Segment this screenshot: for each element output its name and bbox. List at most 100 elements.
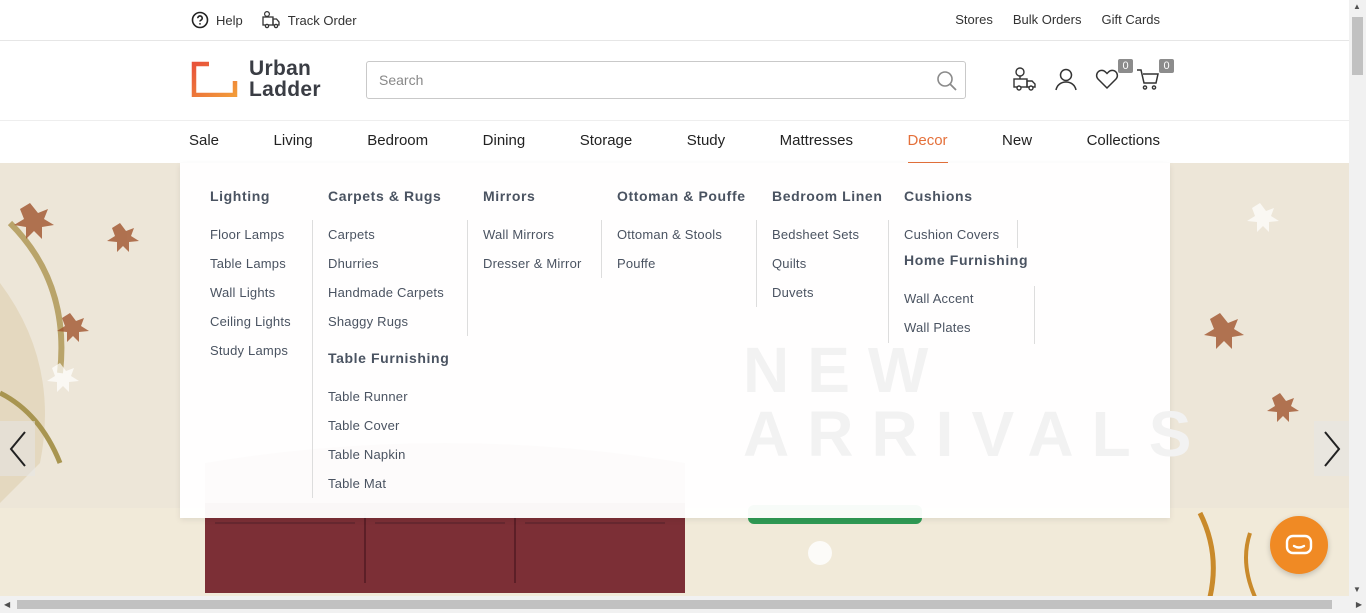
truck-location-icon bbox=[1013, 67, 1036, 91]
logo-text-urban: Urban bbox=[249, 57, 312, 80]
menu-heading-carpets-rugs[interactable]: Carpets & Rugs bbox=[328, 188, 449, 208]
nav-storage[interactable]: Storage bbox=[580, 121, 633, 164]
store-locator-button[interactable] bbox=[1012, 66, 1038, 92]
menu-link-shaggy-rugs[interactable]: Shaggy Rugs bbox=[328, 314, 449, 343]
horizontal-scrollbar[interactable]: ◀ ▶ bbox=[0, 596, 1366, 613]
stores-link[interactable]: Stores bbox=[955, 12, 993, 27]
scroll-right-arrow-icon[interactable]: ▶ bbox=[1356, 600, 1362, 609]
logo-text-ladder: Ladder bbox=[249, 78, 321, 101]
chat-support-button[interactable] bbox=[1270, 516, 1328, 574]
menu-link-carpets[interactable]: Carpets bbox=[328, 227, 449, 256]
horizontal-scroll-thumb[interactable] bbox=[17, 600, 1332, 609]
nav-new[interactable]: New bbox=[1002, 121, 1032, 164]
menu-divider bbox=[601, 220, 602, 278]
header-actions: 0 0 bbox=[1012, 59, 1174, 92]
menu-link-dhurries[interactable]: Dhurries bbox=[328, 256, 449, 285]
utility-links-right: Stores Bulk Orders Gift Cards bbox=[955, 12, 1160, 27]
menu-link-ceiling-lights[interactable]: Ceiling Lights bbox=[210, 314, 291, 343]
menu-heading-home-furnishing[interactable]: Home Furnishing bbox=[904, 252, 1028, 272]
menu-link-wall-accent[interactable]: Wall Accent bbox=[904, 291, 1028, 320]
profile-button[interactable] bbox=[1053, 66, 1079, 92]
user-icon bbox=[1055, 68, 1077, 91]
nav-decor[interactable]: Decor bbox=[907, 121, 948, 164]
menu-col-mirrors: Mirrors Wall Mirrors Dresser & Mirror bbox=[483, 188, 582, 285]
main-header: Urban Ladder 0 0 bbox=[0, 41, 1349, 120]
menu-link-wall-mirrors[interactable]: Wall Mirrors bbox=[483, 227, 582, 256]
menu-link-table-lamps[interactable]: Table Lamps bbox=[210, 256, 291, 285]
menu-col-cushions: Cushions Cushion Covers Home Furnishing … bbox=[904, 188, 1028, 349]
vertical-scrollbar[interactable]: ▲ ▼ bbox=[1349, 0, 1366, 596]
cart-icon bbox=[1137, 69, 1159, 90]
menu-link-pouffe[interactable]: Pouffe bbox=[617, 256, 746, 285]
menu-link-wall-plates[interactable]: Wall Plates bbox=[904, 320, 1028, 349]
menu-divider bbox=[1034, 286, 1035, 344]
menu-heading-bedroom-linen[interactable]: Bedroom Linen bbox=[772, 188, 882, 208]
heart-icon bbox=[1095, 69, 1119, 90]
search-input[interactable] bbox=[367, 62, 927, 98]
menu-link-handmade-carpets[interactable]: Handmade Carpets bbox=[328, 285, 449, 314]
nav-living[interactable]: Living bbox=[274, 121, 313, 164]
nav-mattresses[interactable]: Mattresses bbox=[780, 121, 853, 164]
gift-cards-link[interactable]: Gift Cards bbox=[1101, 12, 1160, 27]
utility-bar: Help Track Order Stores Bulk Orders Gift… bbox=[0, 0, 1349, 41]
chevron-right-icon bbox=[1323, 430, 1340, 467]
cart-count-badge: 0 bbox=[1159, 59, 1174, 73]
cart-button[interactable]: 0 bbox=[1135, 59, 1174, 92]
nav-study[interactable]: Study bbox=[687, 121, 725, 164]
menu-divider bbox=[1017, 220, 1018, 248]
delivery-truck-icon bbox=[262, 10, 280, 29]
help-label: Help bbox=[216, 12, 243, 28]
menu-link-table-runner[interactable]: Table Runner bbox=[328, 389, 449, 418]
menu-link-dresser-mirror[interactable]: Dresser & Mirror bbox=[483, 256, 582, 285]
category-nav: Sale Living Bedroom Dining Storage Study… bbox=[0, 120, 1349, 164]
help-circle-icon bbox=[191, 11, 209, 29]
chevron-left-icon bbox=[9, 430, 26, 467]
menu-link-table-mat[interactable]: Table Mat bbox=[328, 476, 449, 505]
menu-col-lighting: Lighting Floor Lamps Table Lamps Wall Li… bbox=[210, 188, 291, 372]
menu-divider bbox=[888, 220, 889, 343]
search-icon[interactable] bbox=[935, 69, 959, 93]
search-box bbox=[366, 61, 966, 99]
nav-dining[interactable]: Dining bbox=[483, 121, 526, 164]
menu-heading-cushions[interactable]: Cushions bbox=[904, 188, 1028, 208]
nav-bedroom[interactable]: Bedroom bbox=[367, 121, 428, 164]
menu-divider bbox=[312, 220, 313, 498]
menu-col-carpets: Carpets & Rugs Carpets Dhurries Handmade… bbox=[328, 188, 449, 505]
nav-collections[interactable]: Collections bbox=[1087, 121, 1160, 164]
vertical-scroll-thumb[interactable] bbox=[1352, 17, 1363, 75]
menu-link-bedsheet-sets[interactable]: Bedsheet Sets bbox=[772, 227, 882, 256]
menu-link-table-cover[interactable]: Table Cover bbox=[328, 418, 449, 447]
carousel-next-button[interactable] bbox=[1314, 421, 1349, 476]
chat-icon bbox=[1285, 534, 1313, 555]
logo-text: Urban Ladder bbox=[249, 58, 321, 100]
bulk-orders-link[interactable]: Bulk Orders bbox=[1013, 12, 1082, 27]
menu-link-table-napkin[interactable]: Table Napkin bbox=[328, 447, 449, 476]
menu-heading-table-furnishing[interactable]: Table Furnishing bbox=[328, 350, 449, 370]
wishlist-count-badge: 0 bbox=[1118, 59, 1133, 73]
carousel-prev-button[interactable] bbox=[0, 421, 35, 476]
urban-ladder-logo[interactable]: Urban Ladder bbox=[191, 58, 321, 100]
menu-link-duvets[interactable]: Duvets bbox=[772, 285, 882, 314]
menu-col-ottoman: Ottoman & Pouffe Ottoman & Stools Pouffe bbox=[617, 188, 746, 285]
menu-link-study-lamps[interactable]: Study Lamps bbox=[210, 343, 291, 372]
menu-divider bbox=[467, 220, 468, 336]
menu-link-ottoman-stools[interactable]: Ottoman & Stools bbox=[617, 227, 746, 256]
hero-headline: NEW ARRIVALS bbox=[743, 338, 1209, 466]
hero-headline-line2: ARRIVALS bbox=[743, 398, 1210, 470]
track-order-link[interactable]: Track Order bbox=[261, 10, 357, 30]
category-list: Sale Living Bedroom Dining Storage Study… bbox=[189, 121, 1160, 164]
help-link[interactable]: Help bbox=[191, 11, 243, 29]
wishlist-button[interactable]: 0 bbox=[1094, 59, 1133, 92]
menu-link-floor-lamps[interactable]: Floor Lamps bbox=[210, 227, 291, 256]
scroll-up-arrow-icon[interactable]: ▲ bbox=[1353, 2, 1361, 11]
scroll-left-arrow-icon[interactable]: ◀ bbox=[4, 600, 10, 609]
menu-heading-lighting[interactable]: Lighting bbox=[210, 188, 291, 208]
scroll-down-arrow-icon[interactable]: ▼ bbox=[1353, 585, 1361, 594]
logo-mark-icon bbox=[191, 61, 238, 97]
nav-sale[interactable]: Sale bbox=[189, 121, 219, 164]
decor-mega-menu: NEW ARRIVALS Lighting Floor Lamps Table … bbox=[180, 163, 1191, 518]
menu-link-quilts[interactable]: Quilts bbox=[772, 256, 882, 285]
menu-link-wall-lights[interactable]: Wall Lights bbox=[210, 285, 291, 314]
menu-heading-ottoman-pouffe[interactable]: Ottoman & Pouffe bbox=[617, 188, 746, 208]
menu-heading-mirrors[interactable]: Mirrors bbox=[483, 188, 582, 208]
